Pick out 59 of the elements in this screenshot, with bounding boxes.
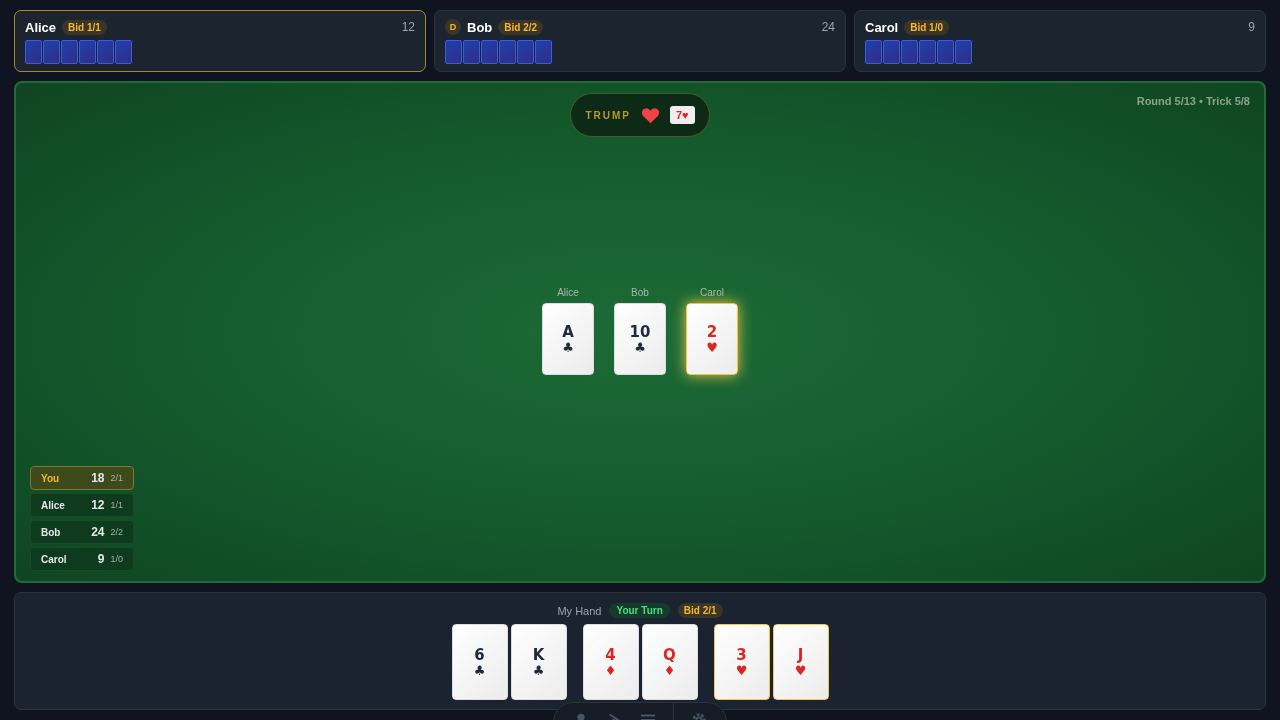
score-name: Bob bbox=[41, 526, 62, 538]
card-back bbox=[79, 40, 96, 64]
played-card: 2 ♥ bbox=[686, 303, 738, 375]
turn-badge: Your Turn bbox=[609, 603, 670, 618]
card-back bbox=[115, 40, 132, 64]
card-back bbox=[481, 40, 498, 64]
score-value: 12 bbox=[90, 498, 105, 512]
hand-title: My Hand bbox=[557, 604, 602, 617]
bid-badge: Bid 1/1 bbox=[62, 19, 107, 35]
player-name: Carol bbox=[865, 19, 899, 35]
card-back bbox=[901, 40, 918, 64]
card-back bbox=[919, 40, 936, 64]
card-back bbox=[535, 40, 552, 64]
trump-card: 7♥ bbox=[669, 106, 695, 124]
score-name: Carol bbox=[41, 553, 68, 565]
player-score: 24 bbox=[821, 20, 835, 34]
score-bid: 1/0 bbox=[110, 554, 123, 564]
player-name: Bob bbox=[467, 19, 493, 35]
card-back bbox=[517, 40, 534, 64]
hand-card[interactable]: 4 ♦ bbox=[582, 624, 639, 700]
player-label: Bob bbox=[631, 287, 649, 298]
round-info: Round 5/13 • Trick 5/8 bbox=[1136, 95, 1250, 107]
player-score: 12 bbox=[401, 20, 415, 34]
player-label: Alice bbox=[557, 287, 579, 298]
score-bid: 2/2 bbox=[110, 527, 123, 537]
trump-label: TRUMP bbox=[585, 109, 631, 121]
score-name: You bbox=[41, 472, 61, 484]
card-back bbox=[865, 40, 882, 64]
score-bid: 2/1 bbox=[110, 473, 123, 483]
card-back bbox=[955, 40, 972, 64]
played-card: A ♣ bbox=[542, 303, 594, 375]
score-name: Alice bbox=[41, 499, 66, 511]
hand-card[interactable]: J ♥ bbox=[772, 624, 829, 700]
dealer-badge: D bbox=[445, 19, 461, 35]
score-value: 18 bbox=[90, 471, 105, 485]
card-back bbox=[499, 40, 516, 64]
card-back bbox=[25, 40, 42, 64]
card-back bbox=[937, 40, 954, 64]
player-score: 9 bbox=[1248, 20, 1255, 34]
card-back bbox=[43, 40, 60, 64]
card-back bbox=[463, 40, 480, 64]
bid-badge: Bid 2/1 bbox=[677, 603, 723, 618]
card-back bbox=[883, 40, 900, 64]
card-back bbox=[97, 40, 114, 64]
hand-card[interactable]: 6 ♣ bbox=[451, 624, 508, 700]
card-back bbox=[61, 40, 78, 64]
hand-card[interactable]: Q ♦ bbox=[641, 624, 698, 700]
hand-card[interactable]: K ♣ bbox=[510, 624, 567, 700]
score-bid: 1/1 bbox=[110, 500, 123, 510]
heart-icon bbox=[640, 106, 660, 124]
bid-badge: Bid 2/2 bbox=[498, 19, 544, 35]
score-value: 9 bbox=[96, 552, 105, 566]
played-card: 10 ♣ bbox=[614, 303, 666, 375]
player-name: Alice bbox=[25, 19, 57, 35]
player-label: Carol bbox=[700, 287, 724, 298]
card-back bbox=[445, 40, 462, 64]
bid-badge: Bid 1/0 bbox=[904, 19, 950, 35]
hand-card[interactable]: 3 ♥ bbox=[713, 624, 770, 700]
score-value: 24 bbox=[90, 525, 105, 539]
